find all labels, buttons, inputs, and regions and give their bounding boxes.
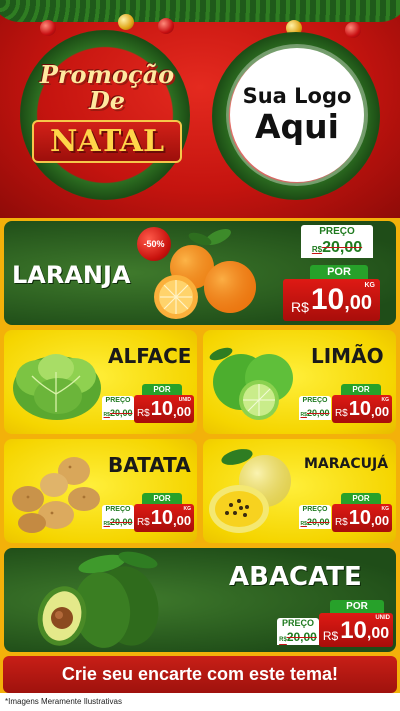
old-price: R$20,00 xyxy=(301,238,373,258)
currency: R$ xyxy=(322,629,339,643)
price-decimal: ,00 xyxy=(370,404,390,419)
price-label: PREÇO xyxy=(299,396,331,406)
currency: R$ xyxy=(334,517,348,528)
ornament-icon xyxy=(345,22,361,38)
product-name: BATATA xyxy=(108,453,191,477)
new-price: R$ 10 ,00 KG xyxy=(134,504,194,532)
currency: R$ xyxy=(136,408,150,419)
discount-badge: -50% xyxy=(137,227,171,261)
old-price-value: 20,00 xyxy=(109,408,133,418)
price-decimal: ,00 xyxy=(172,404,192,419)
product-name: MARACUJÁ xyxy=(304,456,389,472)
por-label: POR xyxy=(310,265,368,279)
ornament-icon xyxy=(158,18,174,34)
price-integer: 10 xyxy=(310,283,345,316)
price-decimal: ,00 xyxy=(370,513,390,528)
old-price: R$20,00 xyxy=(277,629,319,645)
price-decimal: ,00 xyxy=(172,513,192,528)
currency: R$ xyxy=(334,408,348,419)
disclaimer-note: *Imagens Meramente Ilustrativas xyxy=(5,697,122,706)
promo-title: Promoção De NATAL xyxy=(22,62,192,163)
product-card-batata[interactable]: BATATA PREÇO R$20,00 POR R$ 10 ,00 KG xyxy=(4,439,197,543)
new-price: R$ 10 ,00 KG xyxy=(283,279,380,321)
por-label: POR xyxy=(341,384,381,395)
unit-label: KG xyxy=(364,282,376,289)
product-card-laranja[interactable]: LARANJA PREÇO R$20,00 POR R$ 10 ,00 KG xyxy=(4,221,396,325)
price-label: PREÇO xyxy=(301,225,373,238)
price-integer: 10 xyxy=(348,398,371,420)
unit-label: KG xyxy=(183,506,192,512)
old-currency: R$ xyxy=(279,637,287,643)
promo-natal-text: NATAL xyxy=(31,120,183,163)
old-price-value: 20,00 xyxy=(306,517,330,527)
price-label: PREÇO xyxy=(102,505,134,515)
passion-fruit-icon xyxy=(209,449,291,533)
pine-garland xyxy=(0,0,400,22)
price-decimal: ,00 xyxy=(344,292,373,314)
lime-icon xyxy=(209,347,293,420)
logo-line1: Sua Logo xyxy=(242,84,352,108)
product-name: LARANJA xyxy=(12,261,131,289)
product-card-abacate[interactable]: ABACATE PREÇO R$20,00 POR R$ 10 ,00 UNID xyxy=(4,548,396,652)
price-integer: 10 xyxy=(150,507,173,529)
potato-icon xyxy=(12,457,100,533)
cta-banner[interactable]: Crie seu encarte com este tema! xyxy=(3,656,397,693)
ornament-icon xyxy=(118,14,134,30)
por-label: POR xyxy=(142,384,182,395)
price-label: PREÇO xyxy=(277,618,319,629)
por-label: POR xyxy=(330,600,384,613)
product-card-maracuja[interactable]: MARACUJÁ PREÇO R$20,00 POR R$ 10 ,00 KG xyxy=(203,439,396,543)
unit-label: KG xyxy=(381,506,390,512)
old-price: R$20,00 xyxy=(102,515,134,529)
unit-label: UNID xyxy=(375,615,390,621)
unit-label: UNID xyxy=(178,397,191,403)
price-integer: 10 xyxy=(340,617,367,644)
avocado-icon xyxy=(37,551,159,648)
ornament-icon xyxy=(40,20,56,36)
product-card-alface[interactable]: ALFACE PREÇO R$20,00 POR R$ 10 ,00 UNID xyxy=(4,330,197,434)
price-label: PREÇO xyxy=(299,505,331,515)
lettuce-icon xyxy=(13,354,101,420)
logo-placeholder[interactable]: Sua Logo Aqui xyxy=(230,48,364,182)
por-label: POR xyxy=(142,493,182,504)
promo-top-text: Promoção De xyxy=(39,60,175,115)
currency: R$ xyxy=(136,517,150,528)
logo-line2: Aqui xyxy=(255,107,339,146)
product-name: ALFACE xyxy=(108,344,192,368)
unit-label: KG xyxy=(381,397,390,403)
new-price: R$ 10 ,00 KG xyxy=(332,504,392,532)
old-price-value: 20,00 xyxy=(306,408,330,418)
product-name: ABACATE xyxy=(229,562,362,592)
new-price: R$ 10 ,00 UNID xyxy=(134,395,194,423)
price-decimal: ,00 xyxy=(366,625,390,642)
price-integer: 10 xyxy=(348,507,371,529)
old-price: R$20,00 xyxy=(102,406,134,420)
old-price: R$20,00 xyxy=(299,515,331,529)
old-price-value: 20,00 xyxy=(286,630,317,644)
old-price: R$20,00 xyxy=(299,406,331,420)
price-label: PREÇO xyxy=(102,396,134,406)
product-card-limao[interactable]: LIMÃO PREÇO R$20,00 POR R$ 10 ,00 KG xyxy=(203,330,396,434)
por-label: POR xyxy=(341,493,381,504)
christmas-header: Promoção De NATAL Sua Logo Aqui xyxy=(0,0,400,218)
old-price-value: 20,00 xyxy=(322,239,363,256)
price-integer: 10 xyxy=(150,398,173,420)
new-price: R$ 10 ,00 UNID xyxy=(319,613,393,647)
currency: R$ xyxy=(290,299,309,315)
old-price-value: 20,00 xyxy=(109,517,133,527)
product-name: LIMÃO xyxy=(311,344,384,368)
new-price: R$ 10 ,00 KG xyxy=(332,395,392,423)
old-currency: R$ xyxy=(311,245,323,254)
